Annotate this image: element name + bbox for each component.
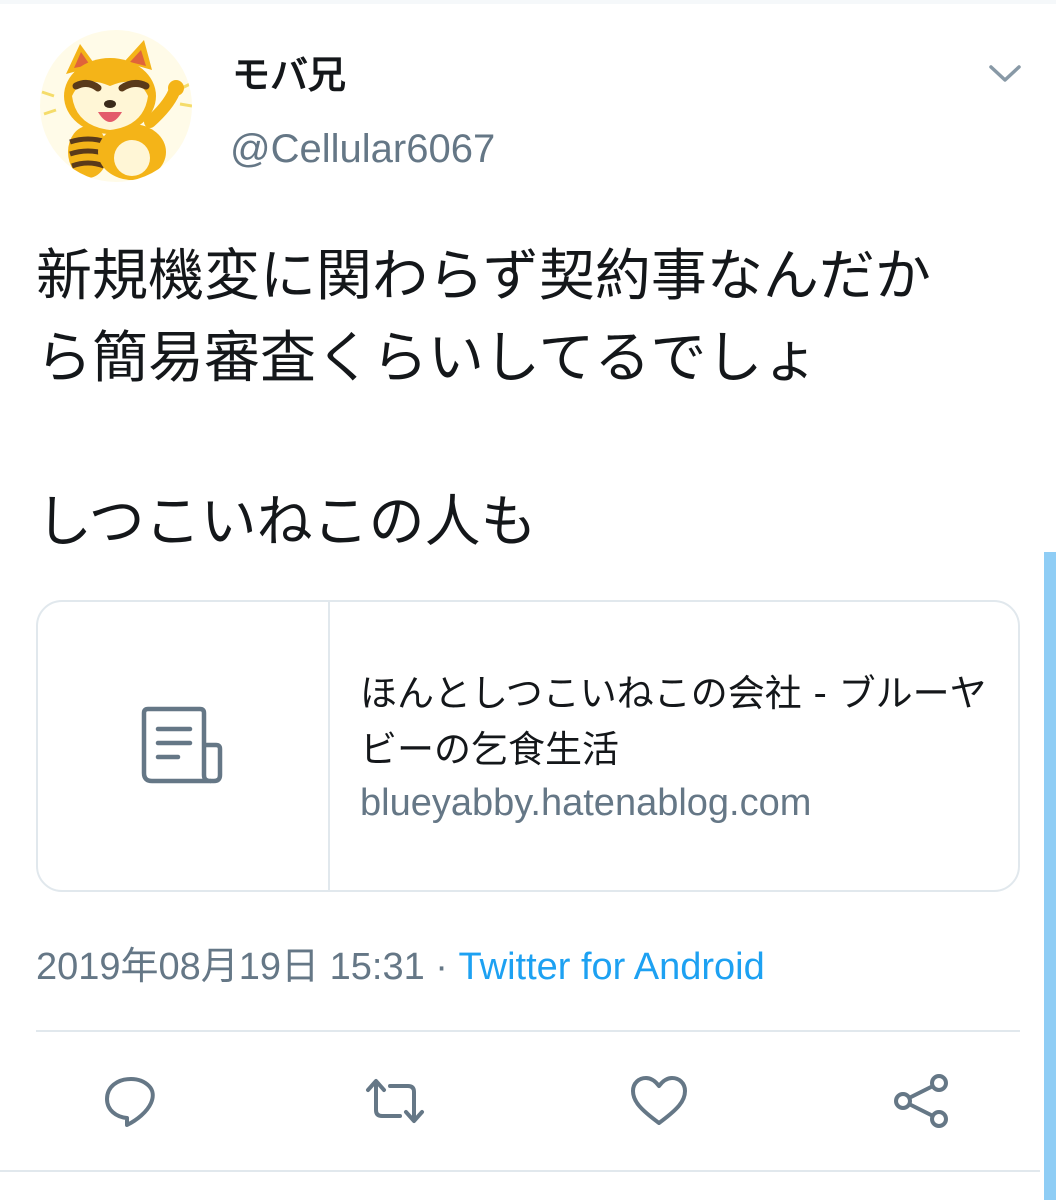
reply-button[interactable] [96, 1066, 166, 1136]
reply-icon [105, 1077, 155, 1127]
article-icon [141, 706, 223, 784]
raccoon-avatar-image [41, 40, 192, 180]
card-title: ほんとしつこいねこの会社 - ブルーヤビーの乞食生活 [360, 672, 987, 771]
card-domain: blueyabby.hatenablog.com [360, 782, 812, 824]
action-bar [0, 1066, 1056, 1146]
tweet-text-line: ら簡易審査くらいしてるでしょ [36, 326, 819, 391]
tweet-text-line: しつこいねこの人も [36, 490, 537, 555]
heart-icon [631, 1076, 687, 1125]
source-link[interactable]: Twitter for Android [459, 946, 765, 988]
tweet-text-line: 新規機変に関わらず契約事なんだか [36, 244, 931, 309]
link-card[interactable]: ほんとしつこいねこの会社 - ブルーヤビーの乞食生活 blueyabby.hat… [36, 600, 1020, 892]
chevron-down-icon[interactable] [980, 52, 1030, 96]
card-thumbnail [38, 602, 330, 890]
tweet-meta: 2019年08月19日 15:31 · Twitter for Android [36, 942, 765, 992]
avatar[interactable] [40, 30, 192, 182]
divider [0, 1170, 1040, 1172]
share-button[interactable] [886, 1066, 956, 1136]
retweet-icon [366, 1079, 424, 1123]
share-icon [894, 1074, 948, 1128]
scrollbar[interactable] [1044, 552, 1056, 1200]
like-button[interactable] [624, 1066, 694, 1136]
retweet-button[interactable] [360, 1066, 430, 1136]
top-divider [0, 0, 1056, 4]
meta-separator: · [435, 946, 448, 988]
tweet-text: 新規機変に関わらず契約事なんだか ら簡易審査くらいしてるでしょ しつこいねこの人… [36, 236, 1036, 564]
user-handle[interactable]: @Cellular6067 [230, 124, 495, 174]
timestamp: 2019年08月19日 15:31 [36, 946, 425, 988]
divider [36, 1030, 1020, 1032]
display-name[interactable]: モバ兄 [232, 50, 346, 100]
